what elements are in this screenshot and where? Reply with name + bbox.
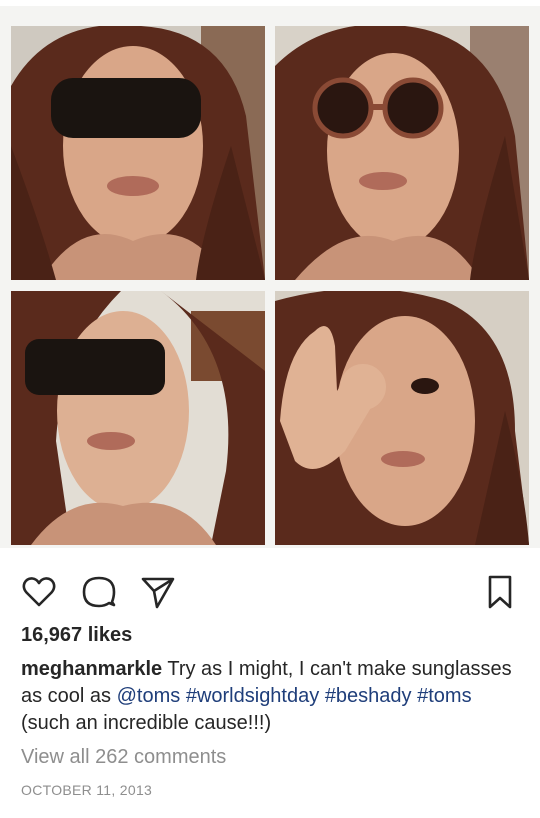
share-icon [141,577,175,609]
selfie-ok-hand-gesture [275,291,529,545]
post-action-bar [0,566,540,616]
hashtag-beshady[interactable]: #beshady [325,685,412,707]
view-comments-link[interactable]: View all 262 comments [21,746,226,769]
heart-icon [22,577,56,607]
photo-tile-4 [275,291,529,545]
share-button[interactable] [138,572,178,612]
selfie-dark-sunglasses [11,26,265,280]
hashtag-worldsightday[interactable]: #worldsightday [186,685,319,707]
post-photo-collage[interactable] [0,6,540,548]
bookmark-icon [488,575,512,609]
likes-count[interactable]: 16,967 likes [21,624,132,647]
post-date: OCTOBER 11, 2013 [21,782,153,798]
selfie-round-sunglasses [275,26,529,280]
post-caption: meghanmarkle Try as I might, I can't mak… [21,656,521,737]
comment-button[interactable] [79,572,119,612]
photo-tile-2 [275,26,529,280]
hashtag-toms[interactable]: #toms [417,685,471,707]
photo-tile-1 [11,26,265,280]
photo-tile-3 [11,291,265,545]
caption-text-2: (such an incredible cause!!!) [21,712,272,734]
mention-toms[interactable]: @toms [117,685,181,707]
bookmark-button[interactable] [480,572,520,612]
caption-username[interactable]: meghanmarkle [21,658,162,680]
comment-icon [82,576,116,608]
selfie-wayfarer-sunglasses [11,291,265,545]
like-button[interactable] [19,572,59,612]
